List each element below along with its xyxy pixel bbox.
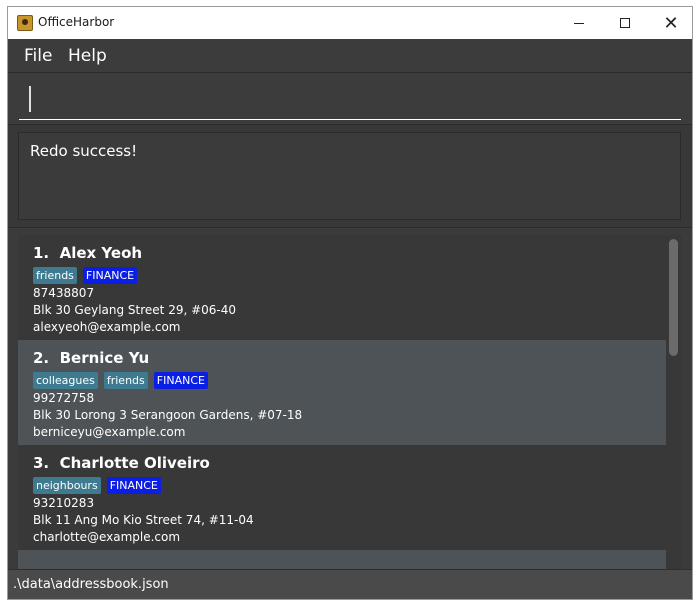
person-card-partial[interactable] xyxy=(18,550,666,569)
app-icon xyxy=(17,15,33,31)
save-location-path: .\data\addressbook.json xyxy=(13,577,169,592)
tag-list: friends FINANCE xyxy=(33,267,138,284)
person-phone: 87438807 xyxy=(33,286,95,300)
person-card[interactable]: 2. Bernice Yu colleagues friends FINANCE… xyxy=(18,340,666,445)
person-index: 1. xyxy=(33,244,50,262)
minimize-icon xyxy=(574,22,584,24)
person-list[interactable]: 1. Alex Yeoh friends FINANCE 87438807 Bl… xyxy=(18,235,682,569)
person-email: alexyeoh@example.com xyxy=(33,320,181,334)
menu-bar: File Help xyxy=(8,39,692,73)
result-display[interactable]: Redo success! xyxy=(18,132,681,220)
tag: neighbours xyxy=(33,477,101,494)
person-name-text: Alex Yeoh xyxy=(59,244,143,262)
person-name: 3. Charlotte Oliveiro xyxy=(33,454,210,472)
person-address: Blk 30 Lorong 3 Serangoon Gardens, #07-1… xyxy=(33,408,303,422)
person-name: 2. Bernice Yu xyxy=(33,349,149,367)
text-caret xyxy=(29,86,31,112)
department-tag: FINANCE xyxy=(153,372,208,389)
department-tag: FINANCE xyxy=(82,267,138,284)
maximize-button[interactable] xyxy=(602,7,648,39)
tag-list: neighbours FINANCE xyxy=(33,477,161,494)
tag: friends xyxy=(103,372,148,389)
command-input[interactable] xyxy=(19,80,681,120)
person-email: charlotte@example.com xyxy=(33,530,181,544)
person-index: 3. xyxy=(33,454,50,472)
person-card[interactable]: 3. Charlotte Oliveiro neighbours FINANCE… xyxy=(18,445,666,550)
person-address: Blk 30 Geylang Street 29, #06-40 xyxy=(33,303,237,317)
title-bar: OfficeHarbor ✕ xyxy=(8,7,692,39)
close-button[interactable]: ✕ xyxy=(648,7,692,39)
scrollbar-thumb[interactable] xyxy=(669,239,678,356)
person-card[interactable]: 1. Alex Yeoh friends FINANCE 87438807 Bl… xyxy=(18,235,666,340)
vertical-scrollbar[interactable] xyxy=(667,235,682,569)
person-phone: 99272758 xyxy=(33,391,95,405)
person-address: Blk 11 Ang Mo Kio Street 74, #11-04 xyxy=(33,513,254,527)
tag-list: colleagues friends FINANCE xyxy=(33,372,208,389)
department-tag: FINANCE xyxy=(106,477,161,494)
menu-file[interactable]: File xyxy=(24,46,52,66)
person-index: 2. xyxy=(33,349,50,367)
close-icon: ✕ xyxy=(663,12,679,34)
status-bar: .\data\addressbook.json xyxy=(8,569,692,599)
person-email: berniceyu@example.com xyxy=(33,425,186,439)
person-name-text: Bernice Yu xyxy=(59,349,150,367)
minimize-button[interactable] xyxy=(556,7,602,39)
app-window: OfficeHarbor ✕ File Help Redo success! 1… xyxy=(7,6,693,600)
person-name-text: Charlotte Oliveiro xyxy=(59,454,210,472)
person-list-pane: 1. Alex Yeoh friends FINANCE 87438807 Bl… xyxy=(8,229,692,569)
menu-help[interactable]: Help xyxy=(68,46,107,66)
result-pane: Redo success! xyxy=(8,124,692,228)
tag: friends xyxy=(33,267,77,284)
maximize-icon xyxy=(620,18,630,28)
person-phone: 93210283 xyxy=(33,496,95,510)
person-name: 1. Alex Yeoh xyxy=(33,244,142,262)
result-text: Redo success! xyxy=(30,142,138,160)
window-title: OfficeHarbor xyxy=(38,15,115,29)
tag: colleagues xyxy=(33,372,98,389)
